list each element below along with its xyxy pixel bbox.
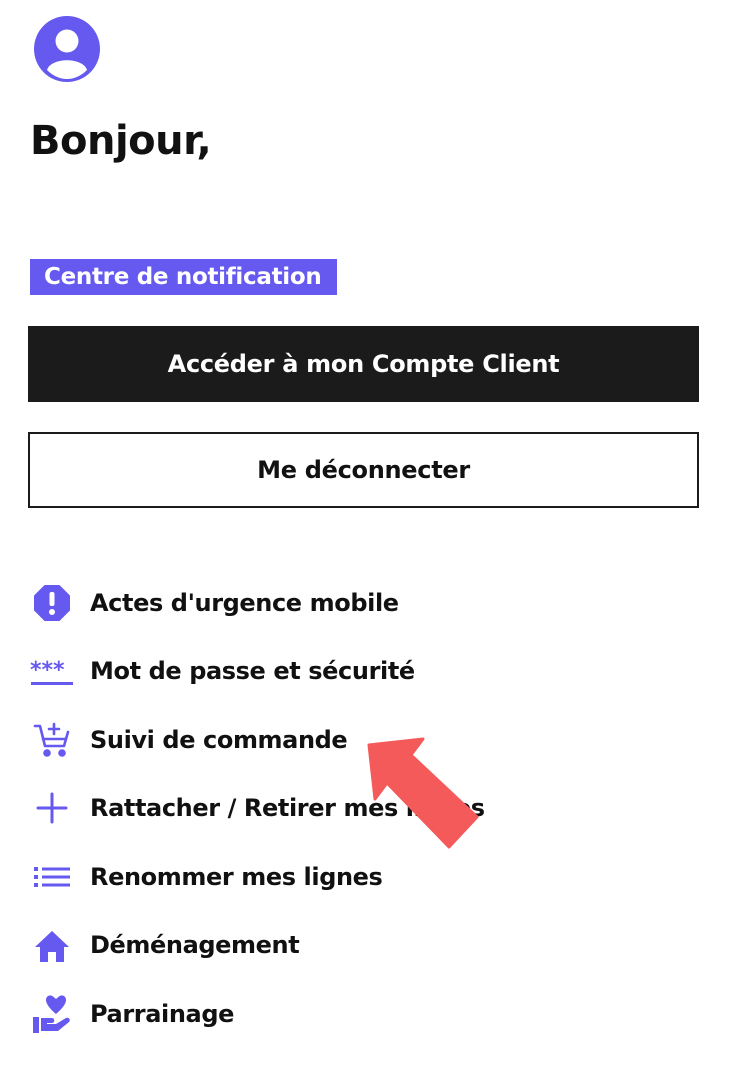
menu-item-password[interactable]: *** Mot de passe et sécurité [30,649,415,693]
alert-octagon-icon [30,581,74,625]
menu-item-rename-lines[interactable]: Renommer mes lignes [30,855,383,899]
menu-item-urgence[interactable]: Actes d'urgence mobile [30,581,399,625]
home-icon [30,923,74,967]
menu-item-label: Renommer mes lignes [90,863,383,891]
menu-item-label: Suivi de commande [90,726,348,754]
user-avatar-icon [34,16,100,82]
list-icon [30,855,74,899]
account-access-button[interactable]: Accéder à mon Compte Client [28,326,699,402]
menu-item-label: Parrainage [90,1000,234,1028]
greeting-title: Bonjour, [30,118,212,164]
menu-item-referral[interactable]: Parrainage [30,992,234,1036]
svg-text:***: *** [30,658,65,683]
menu-item-label: Actes d'urgence mobile [90,589,399,617]
menu-item-label: Mot de passe et sécurité [90,657,415,685]
logout-button[interactable]: Me déconnecter [28,432,699,508]
menu-item-attach-lines[interactable]: Rattacher / Retirer mes lignes [30,786,485,830]
menu-item-order-tracking[interactable]: Suivi de commande [30,718,348,762]
cart-add-icon [30,718,74,762]
notification-center-link[interactable]: Centre de notification [30,259,338,295]
menu-item-label: Déménagement [90,931,300,959]
hand-heart-icon [30,992,74,1036]
plus-icon [30,786,74,830]
menu-item-moving[interactable]: Déménagement [30,923,300,967]
password-asterisk-icon: *** [30,649,74,693]
menu-item-label: Rattacher / Retirer mes lignes [90,794,485,822]
